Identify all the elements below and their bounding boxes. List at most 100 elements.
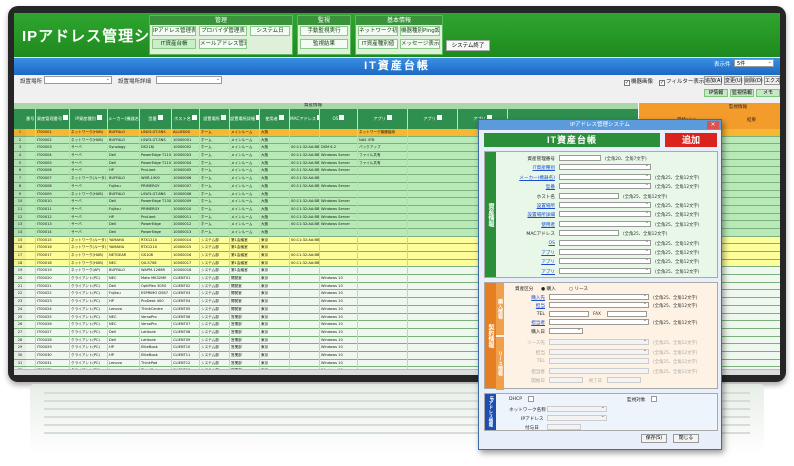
field-input[interactable]	[549, 367, 649, 374]
field-input[interactable]	[559, 173, 651, 180]
location-detail-select[interactable]	[156, 75, 222, 84]
close-button[interactable]: 閉じる	[673, 434, 699, 443]
field-input[interactable]	[559, 220, 651, 227]
field-input[interactable]	[549, 358, 649, 365]
field-input[interactable]	[549, 348, 649, 355]
filter-check[interactable]: ✓ フィルター表示	[659, 77, 704, 86]
close-icon[interactable]: ×	[707, 121, 719, 129]
field-label[interactable]: アプリ	[507, 259, 555, 265]
memo-toggle[interactable]: メモ	[756, 89, 780, 97]
field-label[interactable]: アプリ	[507, 269, 555, 275]
field-label[interactable]: OS	[507, 241, 555, 246]
column-header[interactable]: メーカー(機器名)	[108, 109, 140, 129]
table-cell: LSW3-GT-5NS	[140, 129, 172, 137]
field-input[interactable]	[559, 239, 651, 246]
field-input[interactable]	[559, 267, 651, 274]
field-input[interactable]	[559, 257, 651, 265]
filter-dropdown-icon[interactable]	[386, 115, 392, 120]
field-input[interactable]	[559, 230, 619, 237]
network-name-select[interactable]	[547, 405, 607, 412]
menu-asset-type[interactable]: IT資産種別値	[358, 39, 398, 49]
column-header[interactable]: ホスト名	[172, 109, 200, 129]
table-cell: 10000012	[172, 221, 200, 229]
field-label[interactable]: 設置場所詳細	[507, 212, 555, 218]
field-input[interactable]	[549, 293, 649, 300]
column-header[interactable]: 使用者	[260, 109, 290, 129]
ip-address-select[interactable]	[547, 414, 607, 421]
export-button[interactable]: エクスポート(E)	[764, 76, 780, 85]
filter-dropdown-icon[interactable]	[191, 115, 197, 120]
column-header[interactable]: 番号	[26, 109, 36, 129]
table-cell: ファイル共有	[358, 152, 408, 160]
field-input[interactable]	[549, 301, 649, 309]
radio-purchase[interactable]: ● 購入	[541, 286, 556, 292]
field-input[interactable]	[559, 201, 651, 208]
filter-dropdown-icon[interactable]	[63, 115, 69, 120]
fax-input[interactable]	[607, 310, 647, 317]
lease-start-input[interactable]	[549, 377, 583, 384]
menu-it-asset[interactable]: IT資産台帳	[152, 39, 196, 49]
menu-monitor-result[interactable]: 監視結果	[300, 39, 348, 49]
field-label[interactable]: アプリ	[507, 250, 555, 256]
ip-info-toggle[interactable]: IP情報	[704, 89, 728, 97]
field-input[interactable]	[559, 163, 651, 171]
field-input[interactable]	[559, 210, 651, 218]
purchase-date-input[interactable]	[549, 327, 583, 334]
filter-dropdown-icon[interactable]	[96, 115, 102, 120]
field-label[interactable]: 購入先	[511, 295, 545, 301]
field-input[interactable]	[559, 192, 619, 199]
display-count-select[interactable]: 5件	[734, 58, 774, 67]
radio-lease[interactable]: ○ リース	[569, 286, 588, 292]
lease-end-input[interactable]	[607, 377, 641, 384]
column-header[interactable]: 型番	[140, 109, 172, 129]
filter-dropdown-icon[interactable]	[339, 115, 345, 120]
menu-system-day[interactable]: システム日	[250, 26, 290, 36]
column-header[interactable]: アプリ	[408, 109, 458, 129]
filter-dropdown-icon[interactable]	[220, 115, 226, 120]
menu-manual-monitor[interactable]: 手動監視実行	[300, 26, 348, 36]
field-input[interactable]	[549, 318, 649, 326]
field-input[interactable]	[549, 338, 649, 345]
page: IPアドレス管理システム 管理 IPアドレス管理表 プロバイダ管理表 システム日…	[0, 0, 794, 466]
dhcp-checkbox[interactable]	[528, 396, 534, 402]
column-header[interactable]: MACアドレス	[290, 109, 320, 129]
location-select[interactable]	[44, 75, 112, 84]
image-check[interactable]: ✓ 機器画像	[624, 77, 653, 86]
menu-network-default[interactable]: ネットワーク初期値	[358, 26, 398, 36]
column-header[interactable]: 資産管理番号	[36, 109, 70, 129]
table-cell: 営業部	[230, 344, 260, 352]
menu-message-setting[interactable]: メッセージ表示設定	[400, 39, 440, 49]
column-header[interactable]: OS	[320, 109, 358, 129]
menu-ip-table[interactable]: IPアドレス管理表	[152, 26, 196, 36]
filter-dropdown-icon[interactable]	[278, 115, 284, 120]
save-button[interactable]: 保存(S)	[641, 434, 667, 443]
menu-provider-table[interactable]: プロバイダ管理表	[199, 26, 247, 36]
add-button[interactable]: 追加(A)	[704, 76, 722, 85]
filter-dropdown-icon[interactable]	[436, 115, 442, 120]
monitor-info-toggle[interactable]: 監視情報	[730, 89, 754, 97]
column-header[interactable]: アプリ	[358, 109, 408, 129]
field-label[interactable]: 使用者	[507, 222, 555, 228]
field-input[interactable]	[559, 155, 601, 161]
table-cell: 東京	[260, 290, 290, 299]
field-input[interactable]	[559, 182, 651, 190]
column-header[interactable]: IP資産種別	[70, 109, 108, 129]
column-header[interactable]: 設置場所	[200, 109, 230, 129]
field-label[interactable]: 設置場所	[507, 203, 555, 209]
field-label[interactable]: メーカー(機器名)	[507, 175, 555, 181]
field-label[interactable]: IT資産種別	[507, 165, 555, 171]
filter-dropdown-icon[interactable]	[157, 115, 163, 120]
field-label[interactable]: 担当	[511, 303, 545, 309]
field-input[interactable]	[559, 248, 651, 255]
field-label[interactable]: 型番	[507, 184, 555, 190]
exit-button[interactable]: システム終了	[446, 40, 490, 51]
assigned-date-input[interactable]	[547, 424, 581, 430]
delete-button[interactable]: 削除(D)	[744, 76, 763, 85]
column-header[interactable]: 設置場所詳細	[230, 109, 260, 129]
tel-input[interactable]	[549, 310, 589, 317]
menu-ping-setting[interactable]: 機器種別Ping設定	[400, 26, 440, 36]
menu-mail-table[interactable]: メールアドレス管理表	[199, 39, 247, 49]
update-button[interactable]: 変更(U)	[724, 76, 743, 85]
monitor-target-checkbox[interactable]	[651, 396, 657, 402]
field-label[interactable]: 担当者	[511, 320, 545, 326]
